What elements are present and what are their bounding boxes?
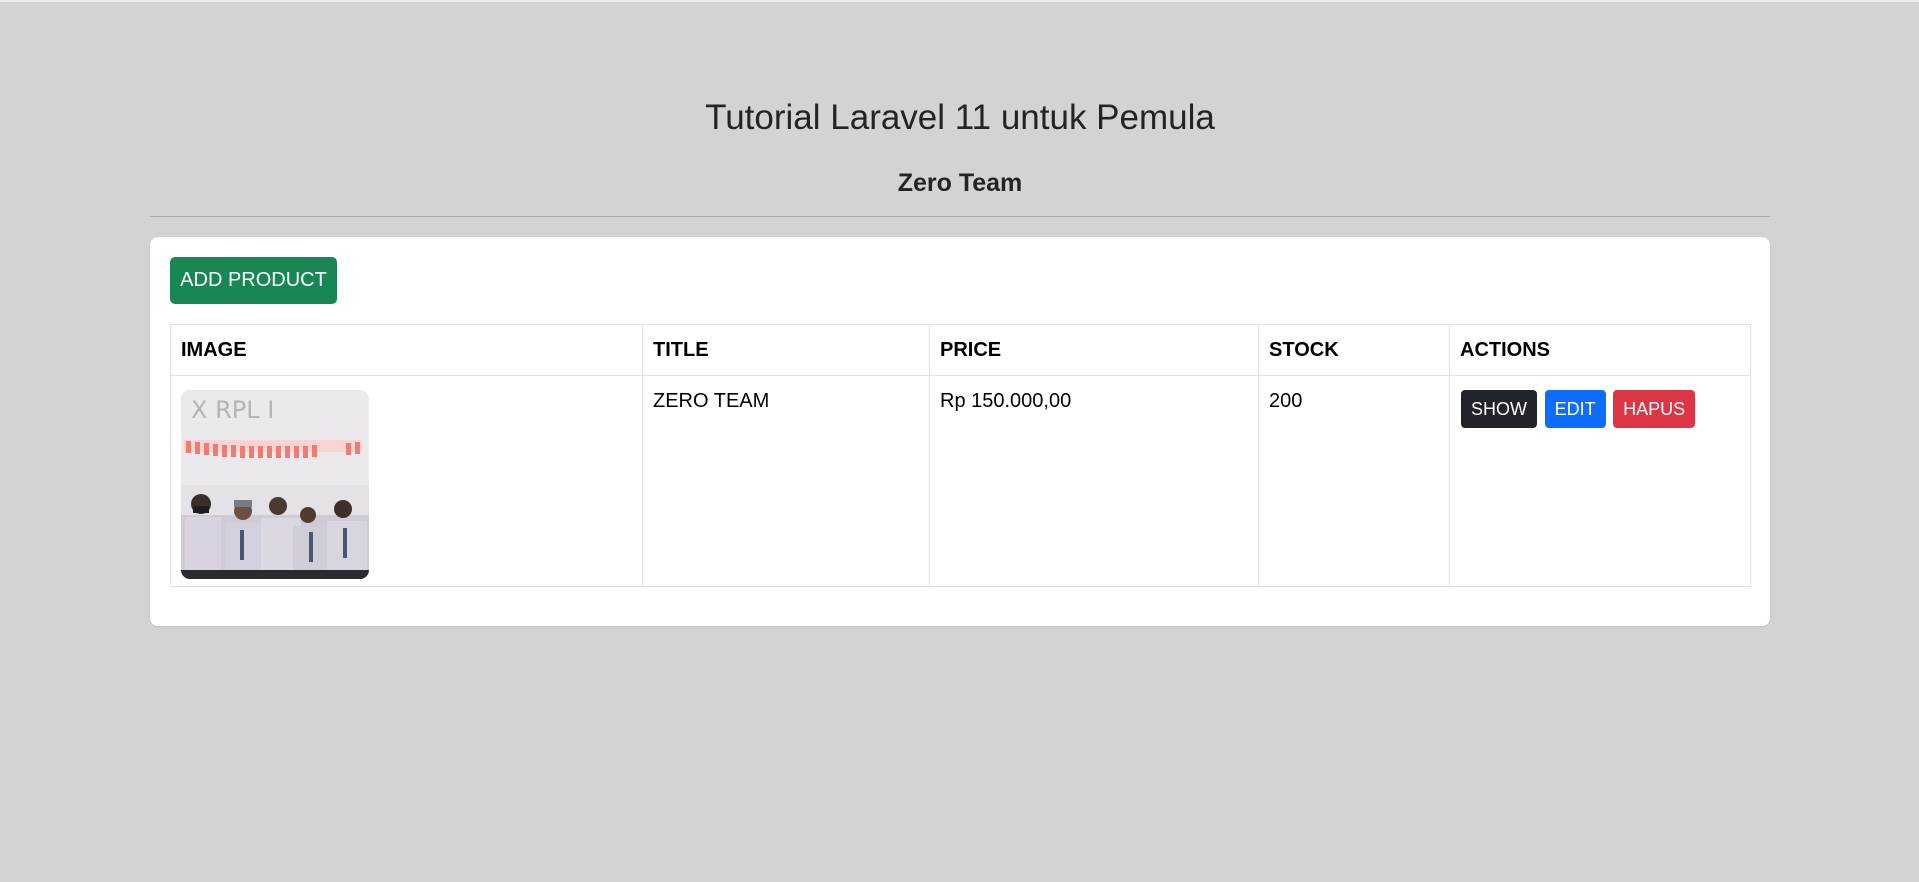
- page-subtitle: Zero Team: [897, 169, 1023, 197]
- column-header-title: TITLE: [642, 324, 930, 376]
- actions-cell: SHOW EDIT HAPUS: [1449, 375, 1751, 587]
- products-card: ADD PRODUCT IMAGE TITLE PRICE STOCK ACTI…: [150, 237, 1770, 626]
- table-row: X RPL I ZERO TEAM Rp 150.000,00 200 SHOW…: [170, 375, 1751, 587]
- header-divider: [150, 216, 1770, 217]
- table-header-row: IMAGE TITLE PRICE STOCK ACTIONS: [170, 324, 1751, 376]
- product-title-cell: ZERO TEAM: [642, 375, 930, 587]
- add-product-button[interactable]: ADD PRODUCT: [170, 257, 337, 304]
- edit-button[interactable]: EDIT: [1544, 390, 1606, 428]
- product-image: X RPL I: [181, 390, 369, 579]
- page-title: Tutorial Laravel 11 untuk Pemula: [705, 98, 1215, 137]
- show-button[interactable]: SHOW: [1461, 390, 1537, 428]
- column-header-price: PRICE: [929, 324, 1259, 376]
- top-border: [0, 0, 1919, 2]
- delete-button[interactable]: HAPUS: [1613, 390, 1696, 428]
- product-stock-cell: 200: [1258, 375, 1450, 587]
- column-header-actions: ACTIONS: [1449, 324, 1751, 376]
- svg-text:X RPL I: X RPL I: [191, 396, 274, 424]
- product-price-cell: Rp 150.000,00: [929, 375, 1259, 587]
- products-table: IMAGE TITLE PRICE STOCK ACTIONS X RPL I …: [170, 324, 1751, 587]
- image-cell: X RPL I: [170, 375, 643, 587]
- column-header-image: IMAGE: [170, 324, 643, 376]
- column-header-stock: STOCK: [1258, 324, 1450, 376]
